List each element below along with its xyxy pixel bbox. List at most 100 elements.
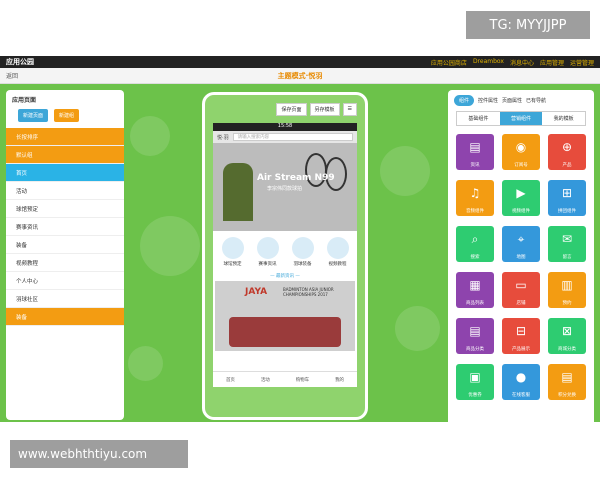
new-group-button[interactable]: 新建组	[54, 109, 80, 122]
component-tile[interactable]: ⊠ 商城分类	[548, 318, 586, 354]
nav-item[interactable]: 我的	[335, 377, 344, 383]
preview-tool-button[interactable]: 保存页面	[276, 103, 307, 116]
component-icon: ▤	[561, 370, 573, 384]
component-tile[interactable]: ▤ 积分兑换	[548, 364, 586, 400]
component-label: 在线客服	[512, 393, 530, 398]
page-list-item[interactable]: 装备	[6, 236, 124, 254]
page-list-panel: 应用页面 新建页面 新建组 长按排序 默认组 首页 活动 球馆预定 赛事资讯 装备 视频教程个…	[6, 90, 124, 420]
component-tile[interactable]: ● 在线客服	[502, 364, 540, 400]
phone-nav: 首页 活动 购物车 我的	[213, 371, 357, 387]
back-link[interactable]: 返回	[6, 71, 18, 80]
banner-title: Air Stream N99	[257, 173, 335, 183]
component-tile[interactable]: ▭ 店铺	[502, 272, 540, 308]
shortcut-item[interactable]: 球馆预定	[217, 237, 249, 267]
component-icon: ▣	[469, 370, 481, 384]
component-icon: ●	[515, 370, 527, 384]
top-link[interactable]: 运营管理	[570, 58, 594, 67]
component-label: 优惠券	[468, 393, 482, 398]
component-tile[interactable]: ♫ 音频组件	[456, 180, 494, 216]
photo-people	[229, 317, 341, 347]
shortcut-icon	[326, 237, 349, 259]
page-list-item[interactable]: 球馆预定	[6, 200, 124, 218]
page-list-item[interactable]: 活动	[6, 182, 124, 200]
shortcut-item[interactable]: 赛事资讯	[252, 237, 284, 267]
shortcut-label: 视频教程	[328, 262, 347, 267]
preview-tool-button[interactable]: ☰	[342, 103, 357, 116]
photo-caption: BADMINTON ASIA JUNIOR CHAMPIONSHIPS 2017	[283, 287, 334, 297]
panel-title: 应用页面	[12, 97, 37, 104]
shortcut-icon	[221, 237, 244, 259]
component-label: 商品分类	[466, 347, 484, 352]
component-label: 店铺	[516, 301, 526, 306]
panel-tab[interactable]: 组件	[454, 95, 475, 106]
page-list-item[interactable]: 赛事资讯	[6, 218, 124, 236]
component-label: 产品展示	[512, 347, 530, 352]
shortcut-icon	[291, 237, 314, 259]
news-photo[interactable]: JAYA BADMINTON ASIA JUNIOR CHAMPIONSHIPS…	[215, 281, 355, 351]
component-tile[interactable]: ⌖ 地图	[502, 226, 540, 262]
component-tile[interactable]: ✉ 留言	[548, 226, 586, 262]
nav-item[interactable]: 购物车	[296, 377, 310, 383]
component-tile[interactable]: ▶ 视频组件	[502, 180, 540, 216]
component-label: 视频组件	[512, 209, 530, 214]
panel-subtab[interactable]: 基础组件	[457, 112, 500, 125]
component-label: 商城分类	[558, 347, 576, 352]
shortcut-icon	[256, 237, 279, 259]
nav-item[interactable]: 活动	[261, 377, 270, 383]
shortcut-item[interactable]: 视频教程	[322, 237, 354, 267]
status-time: 15:58	[213, 123, 357, 131]
panel-subtab[interactable]: 营销组件	[499, 112, 543, 125]
component-tile[interactable]: ⊕ 产品	[548, 134, 586, 170]
top-link[interactable]: 应用管理	[540, 58, 564, 67]
component-tile[interactable]: ⊟ 产品展示	[502, 318, 540, 354]
nav-item[interactable]: 首页	[226, 377, 235, 383]
bg-bubble	[130, 116, 170, 156]
component-label: 搜索	[470, 255, 480, 260]
component-tile[interactable]: ◉ 订阅号	[502, 134, 540, 170]
page-list-item[interactable]: 羽球社区	[6, 290, 124, 308]
component-icon: ⊠	[561, 324, 573, 338]
shortcut-item[interactable]: 羽球装备	[287, 237, 319, 267]
top-link[interactable]: 消息中心	[510, 58, 534, 67]
banner-subtitle: 李宗伟同款球拍	[267, 186, 303, 192]
page-list-item[interactable]: 默认组	[6, 146, 124, 164]
component-icon: ▤	[469, 324, 481, 338]
page-list-item[interactable]: 长按排序	[6, 128, 124, 146]
preview-tool-button[interactable]: 另存模板	[309, 103, 340, 116]
panel-tab[interactable]: 页面属性	[502, 97, 522, 104]
component-label: 积分兑换	[558, 393, 576, 398]
bg-bubble	[380, 146, 430, 196]
component-icon: ⌖	[517, 232, 525, 246]
panel-subtab[interactable]: 我的模板	[542, 112, 585, 125]
search-input[interactable]: 请输入搜索内容	[232, 133, 353, 141]
bg-bubble	[395, 306, 440, 351]
component-tile[interactable]: ⊞ 拼团组件	[548, 180, 586, 216]
component-tile[interactable]: ⌕ 搜索	[456, 226, 494, 262]
top-link[interactable]: 应用公园商店	[431, 58, 467, 67]
page-title: 主题模式·悦羽	[277, 71, 323, 80]
component-icon: ⌕	[471, 232, 479, 246]
shortcut-label: 球馆预定	[223, 262, 242, 267]
component-tile[interactable]: ▥ 预约	[548, 272, 586, 308]
component-icon: ⊞	[561, 186, 573, 200]
component-tile[interactable]: ▣ 优惠券	[456, 364, 494, 400]
watermark-bottom: www.webhthtiyu.com	[10, 440, 188, 468]
panel-tab[interactable]: 已有导航	[526, 97, 546, 104]
page-list-item[interactable]: 首页	[6, 164, 124, 182]
page-list-item[interactable]: 装备	[6, 308, 124, 326]
page-list-item[interactable]: 个人中心	[6, 272, 124, 290]
component-tile[interactable]: ▤ 资讯	[456, 134, 494, 170]
new-page-button[interactable]: 新建页面	[18, 109, 49, 122]
phone-preview: 保存页面 另存模板 ☰ 15:58 悦·羽 请输入搜索内容 Air Stream N…	[202, 92, 368, 420]
panel-tab[interactable]: 控件属性	[478, 97, 498, 104]
banner[interactable]: Air Stream N99 李宗伟同款球拍	[213, 143, 357, 231]
component-icon: ▶	[516, 186, 526, 200]
component-tile[interactable]: ▤ 商品分类	[456, 318, 494, 354]
component-label: 预约	[562, 301, 572, 306]
component-icon: ✉	[561, 232, 573, 246]
sub-bar: 返回 主题模式·悦羽 模板大厅客服帮助刷新预览发布	[0, 68, 600, 422]
editor-app: 应用公园 应用公园商店 Dreambox 消息中心 应用管理 运营管理 返回 主题模式·…	[0, 56, 600, 422]
top-link[interactable]: Dreambox	[473, 58, 504, 67]
component-tile[interactable]: ▦ 商品列表	[456, 272, 494, 308]
page-list-item[interactable]: 视频教程	[6, 254, 124, 272]
